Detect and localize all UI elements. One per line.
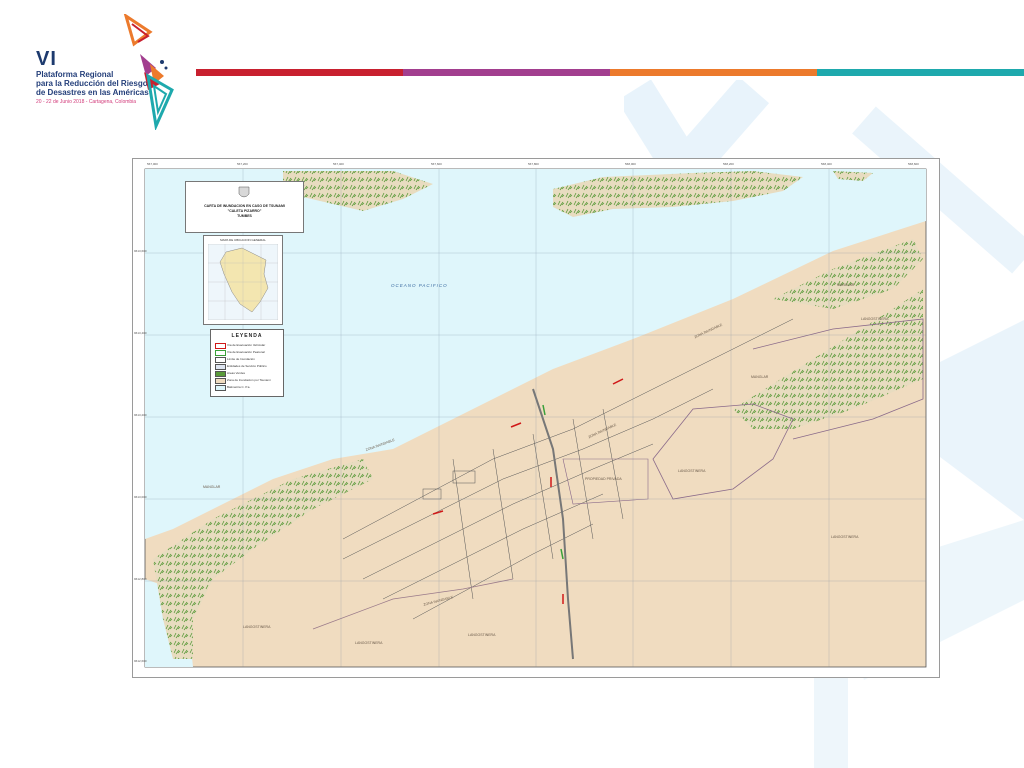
legend-item-pedestrian: Vía de Evacuación Peatonal [227,350,265,354]
legend-swatch-green [215,371,226,377]
coord-top-7: 568,400 [821,162,832,166]
zone-label-manglar-2: MANGLAR [751,375,769,379]
event-number: VI [36,48,57,70]
legend-swatch-vehicular [215,343,226,349]
coord-left-2: 9613,200 [134,413,147,417]
legend-title: LEYENDA [231,333,263,339]
coord-left-5: 9612,600 [134,659,147,663]
color-bar-orange [610,69,817,76]
color-bar-teal [817,69,1024,76]
zone-label-langostinera-3: LANGOSTINERA [861,317,889,321]
legend-item-bathymetry: Batimetría C. P.a. [227,385,251,389]
coord-top-2: 567,400 [333,162,344,166]
coord-top-3: 567,600 [431,162,442,166]
coat-of-arms-icon [238,186,250,198]
zone-label-manglar-1: MANGLAR [203,485,221,489]
legend-swatch-services [215,364,226,370]
zone-label-langostinera-1: LANGOSTINERA [678,469,706,473]
map-legend: LEYENDA Vía de Evacuación Vehicular Vía … [210,329,284,397]
event-title-line-1: Plataforma Regional [36,70,114,79]
coord-top-6: 568,200 [723,162,734,166]
map-title-line-2: "CALETA PIZARRO" [227,209,262,213]
zone-label-langostinera-2: LANGOSTINERA [831,535,859,539]
map-title-block: CARTA DE INUNDACION EN CASO DE TSUNAMI "… [185,181,304,233]
coord-top-5: 568,000 [625,162,636,166]
coord-left-0: 9613,600 [134,249,147,253]
legend-item-inundation: Zona de Inundación por Tsunami [227,378,271,382]
zone-label-manglar-3: MANGLAR [837,283,855,287]
color-bar-red [196,69,403,76]
locator-title: MAPA DE UBICACION GENERAL [220,238,266,242]
coord-top-8: 568,600 [908,162,919,166]
locator-map: MAPA DE UBICACION GENERAL [203,235,283,325]
zone-label-langostinera-6: LANGOSTINERA [468,633,496,637]
coord-top-0: 567,000 [147,162,158,166]
zone-label-langostinera-5: LANGOSTINERA [355,641,383,645]
zone-label-propiedad: PROPIEDAD PRIVADA [585,477,622,481]
map-title-line-1: CARTA DE INUNDACION EN CASO DE TSUNAMI [204,204,285,208]
map-title-line-3: TUMBES [237,214,252,218]
coord-top-1: 567,200 [237,162,248,166]
zone-label-langostinera-4: LANGOSTINERA [243,625,271,629]
coord-left-4: 9612,800 [134,577,147,581]
color-bar-purple [403,69,610,76]
legend-swatch-pedestrian [215,350,226,356]
event-logo-icon [123,14,174,130]
peru-outline-icon [208,244,278,320]
coord-left-3: 9613,000 [134,495,147,499]
tsunami-inundation-map: 567,000 567,200 567,400 567,600 567,800 … [132,158,940,678]
legend-item-limit: Límite de Inundación [227,357,255,361]
coord-left-1: 9613,400 [134,331,147,335]
legend-swatch-bathymetry [215,385,226,391]
coord-top-4: 567,800 [528,162,539,166]
legend-swatch-inundation [215,378,226,384]
legend-item-vehicular: Vía de Evacuación Vehicular [227,343,266,347]
legend-item-green: Areas Verdes [227,371,246,375]
legend-swatch-limit [215,357,226,363]
legend-item-services: Entidades de Servicio Público [227,364,267,368]
ocean-label: OCEANO PACIFICO [391,283,448,288]
